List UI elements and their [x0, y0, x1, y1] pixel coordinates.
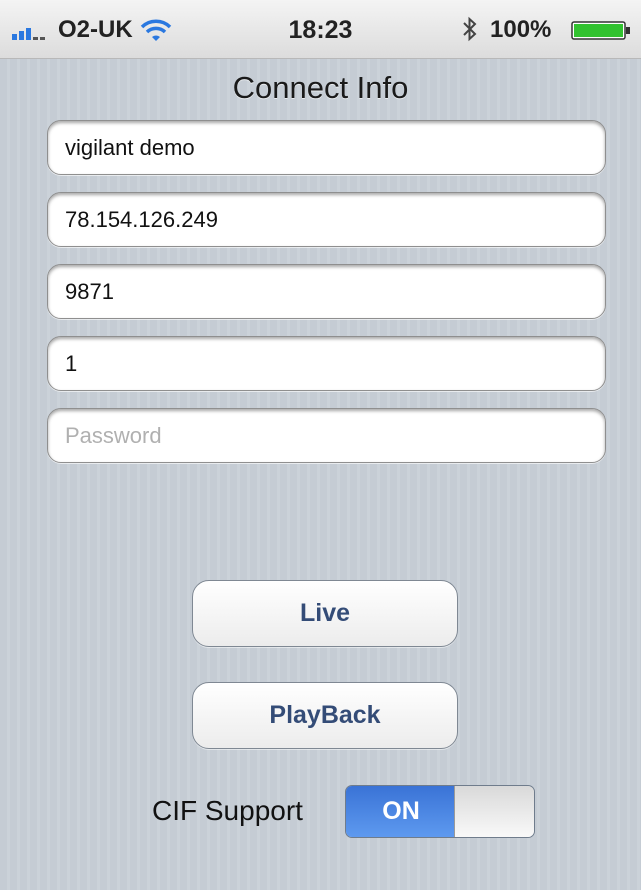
- password-field[interactable]: [47, 408, 606, 463]
- bluetooth-icon: [463, 16, 477, 42]
- cif-support-toggle[interactable]: ON: [345, 785, 535, 838]
- playback-button[interactable]: PlayBack: [192, 682, 458, 749]
- page-title: Connect Info: [232, 70, 409, 105]
- toggle-on-label: ON: [346, 786, 456, 837]
- name-field[interactable]: [47, 120, 606, 175]
- address-field[interactable]: [47, 192, 606, 247]
- status-bar: O2-UK 18:23 100%: [0, 0, 641, 59]
- channel-field[interactable]: [47, 336, 606, 391]
- battery-percent: 100%: [490, 16, 552, 43]
- port-field[interactable]: [47, 264, 606, 319]
- cif-support-label: CIF Support: [152, 795, 303, 826]
- battery-icon: [571, 21, 630, 40]
- live-button[interactable]: Live: [192, 580, 458, 647]
- toggle-knob[interactable]: [454, 786, 534, 837]
